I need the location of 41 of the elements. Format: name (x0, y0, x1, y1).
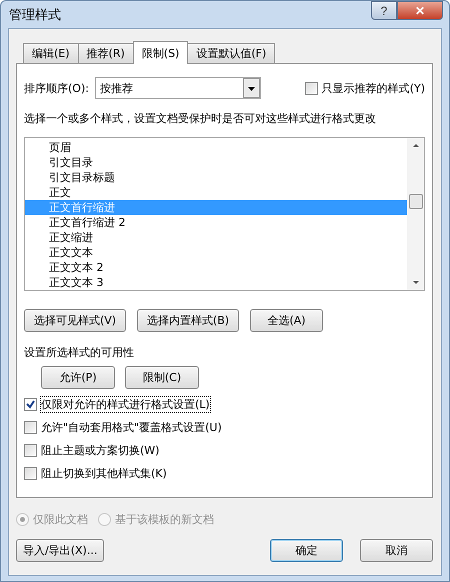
style-list-item[interactable]: 正文文本 2 (25, 260, 407, 275)
select-button[interactable]: 全选(A) (250, 309, 323, 332)
select-button[interactable]: 选择可见样式(V) (24, 309, 126, 332)
style-list-item[interactable]: 正文缩进 (25, 230, 407, 245)
window-title: 管理样式 (9, 6, 61, 24)
select-button[interactable]: 选择内置样式(B) (137, 309, 239, 332)
availability-button[interactable]: 限制(C) (125, 366, 199, 389)
style-list-item[interactable]: 引文目录 (25, 155, 407, 170)
dialog-button[interactable]: 确定 (270, 539, 343, 562)
radio-label: 仅限此文档 (33, 512, 88, 527)
style-list-item[interactable]: 引文目录标题 (25, 170, 407, 185)
checkbox-label: 阻止主题或方案切换(W) (41, 443, 160, 458)
checkbox[interactable] (24, 467, 37, 480)
style-list-item[interactable]: 正文 (25, 185, 407, 200)
style-list-item[interactable]: 正文首行缩进 2 (25, 215, 407, 230)
dialog-button[interactable]: 取消 (360, 539, 433, 562)
checkbox[interactable] (24, 421, 37, 434)
sort-label: 排序顺序(O): (24, 80, 89, 96)
checkbox[interactable] (24, 398, 37, 411)
description-text: 选择一个或多个样式，设置文档受保护时是否可对这些样式进行格式更改 (24, 111, 377, 126)
scrollbar[interactable] (407, 138, 424, 290)
tab[interactable]: 编辑(E) (23, 43, 79, 63)
import-export-button[interactable]: 导入/导出(X)... (16, 539, 104, 562)
scrollbar-thumb[interactable] (409, 194, 423, 209)
availability-label: 设置所选样式的可用性 (24, 345, 135, 360)
style-list-item[interactable]: 页眉 (25, 140, 407, 155)
help-button[interactable]: ? (371, 1, 397, 20)
style-list-item[interactable]: 正文文本 3 (25, 275, 407, 290)
tab[interactable]: 限制(S) (132, 41, 188, 64)
checkbox-label: 仅限对允许的样式进行格式设置(L) (41, 397, 210, 412)
availability-button[interactable]: 允许(P) (41, 366, 115, 389)
radio-label: 基于该模板的新文档 (115, 512, 214, 527)
tab[interactable]: 推荐(R) (78, 43, 134, 63)
checkbox-label: 允许"自动套用格式"覆盖格式设置(U) (41, 420, 222, 435)
style-list-item[interactable]: 正文文本 (25, 245, 407, 260)
checkbox[interactable] (304, 82, 318, 94)
checkbox-label: 只显示推荐的样式(Y) (322, 80, 425, 96)
sort-dropdown[interactable]: 按推荐 (94, 77, 261, 99)
checkbox[interactable] (24, 444, 37, 457)
checkbox-label: 阻止切换到其他样式集(K) (41, 466, 167, 481)
tab[interactable]: 设置默认值(F) (187, 43, 276, 63)
